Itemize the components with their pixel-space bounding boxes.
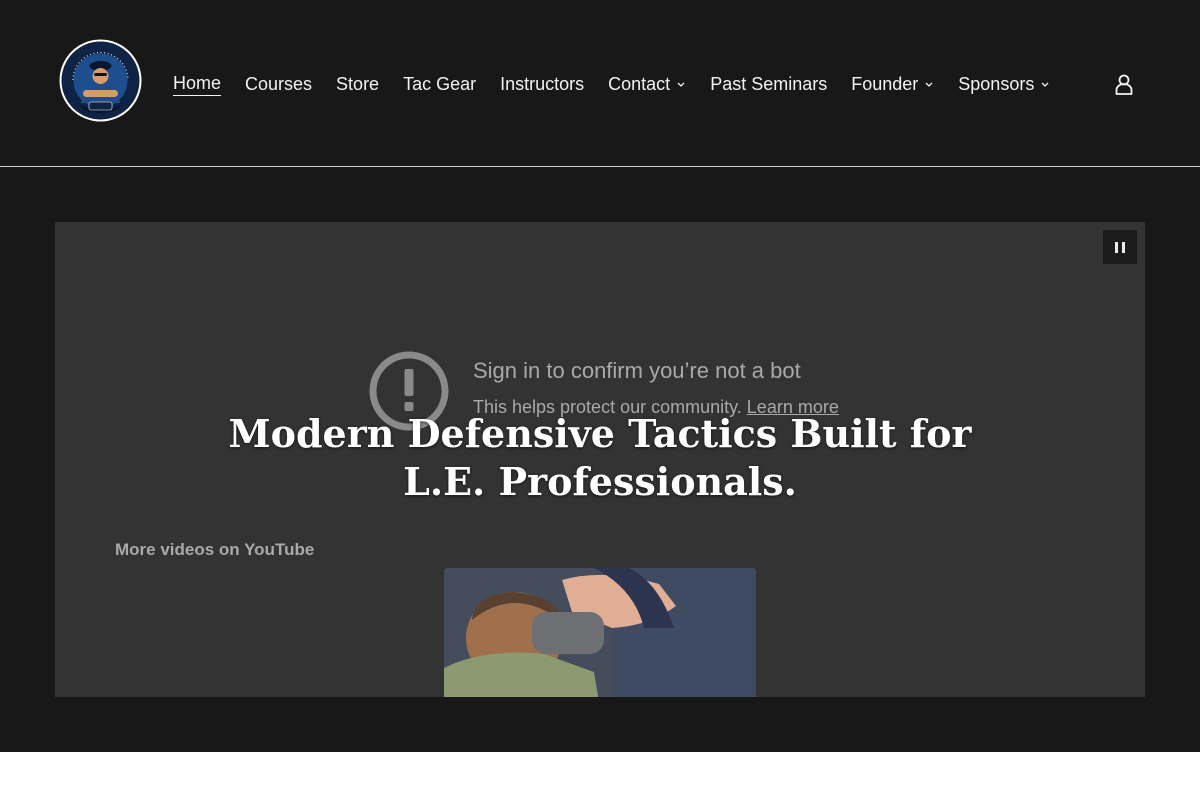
nav-item-sponsors[interactable]: Sponsors bbox=[958, 73, 1050, 95]
nav-item-label: Tac Gear bbox=[403, 74, 477, 94]
hero-headline: Modern Defensive Tactics Built for L.E. … bbox=[55, 410, 1145, 506]
nav-item-store[interactable]: Store bbox=[336, 73, 379, 95]
account-button[interactable] bbox=[1113, 73, 1135, 97]
pause-icon bbox=[1115, 241, 1118, 253]
more-videos-link[interactable]: More videos on YouTube bbox=[115, 540, 314, 560]
nav-item-home[interactable]: Home bbox=[173, 72, 222, 96]
site-header: Home Courses Store Tac Gear Instructors … bbox=[0, 0, 1200, 167]
site-logo[interactable] bbox=[59, 39, 142, 122]
nav-item-label: Sponsors bbox=[958, 74, 1035, 94]
pause-button[interactable] bbox=[1103, 230, 1137, 264]
nav-item-tac-gear[interactable]: Tac Gear bbox=[403, 73, 476, 95]
nav-item-past-seminars[interactable]: Past Seminars bbox=[710, 73, 827, 95]
nav-item-label: Instructors bbox=[500, 74, 585, 94]
chevron-down-icon bbox=[677, 82, 685, 87]
nav-item-label: Home bbox=[173, 72, 222, 96]
nav-item-label: Courses bbox=[245, 74, 313, 94]
hero-headline-line-2: L.E. Professionals. bbox=[403, 459, 797, 504]
video-thumbnail[interactable] bbox=[444, 568, 756, 697]
chevron-down-icon bbox=[925, 82, 933, 87]
nav-item-founder[interactable]: Founder bbox=[851, 73, 934, 95]
nav-item-courses[interactable]: Courses bbox=[245, 73, 312, 95]
pause-icon bbox=[1122, 241, 1125, 253]
logo-badge-icon bbox=[59, 39, 142, 122]
nav-item-label: Past Seminars bbox=[710, 74, 828, 94]
nav-item-label: Contact bbox=[608, 74, 671, 94]
user-icon bbox=[1115, 74, 1133, 95]
nav-item-label: Founder bbox=[851, 74, 919, 94]
video-thumbnail-image bbox=[444, 568, 756, 697]
nav-item-label: Store bbox=[336, 74, 380, 94]
nav-item-contact[interactable]: Contact bbox=[608, 73, 686, 95]
nav-item-instructors[interactable]: Instructors bbox=[500, 73, 584, 95]
hero-headline-line-1: Modern Defensive Tactics Built for bbox=[228, 411, 972, 456]
main-nav: Home Courses Store Tac Gear Instructors … bbox=[173, 72, 1074, 96]
bot-check-title: Sign in to confirm you’re not a bot bbox=[473, 358, 801, 383]
hero-video-embed[interactable]: Sign in to confirm you’re not a bot This… bbox=[55, 222, 1145, 697]
chevron-down-icon bbox=[1041, 82, 1049, 87]
